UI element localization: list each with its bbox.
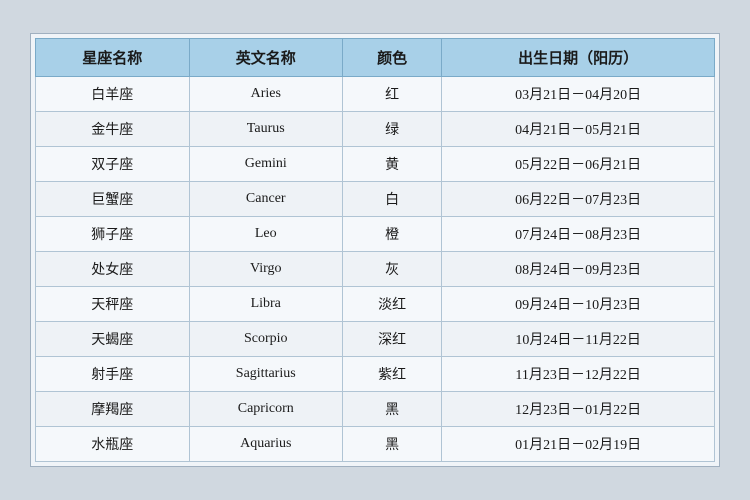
table-header-cell: 颜色 bbox=[343, 39, 442, 77]
table-row: 狮子座Leo橙07月24日－08月23日 bbox=[36, 217, 715, 252]
zodiac-table-container: 星座名称英文名称颜色出生日期（阳历） 白羊座Aries红03月21日－04月20… bbox=[30, 33, 720, 467]
table-cell: Taurus bbox=[189, 112, 343, 147]
table-cell: 04月21日－05月21日 bbox=[442, 112, 715, 147]
table-cell: 红 bbox=[343, 77, 442, 112]
table-cell: 黄 bbox=[343, 147, 442, 182]
table-cell: Gemini bbox=[189, 147, 343, 182]
table-cell: 摩羯座 bbox=[36, 392, 190, 427]
table-cell: Scorpio bbox=[189, 322, 343, 357]
table-cell: 黑 bbox=[343, 392, 442, 427]
table-cell: 金牛座 bbox=[36, 112, 190, 147]
table-row: 白羊座Aries红03月21日－04月20日 bbox=[36, 77, 715, 112]
table-row: 射手座Sagittarius紫红11月23日－12月22日 bbox=[36, 357, 715, 392]
table-row: 金牛座Taurus绿04月21日－05月21日 bbox=[36, 112, 715, 147]
table-cell: 双子座 bbox=[36, 147, 190, 182]
table-body: 白羊座Aries红03月21日－04月20日金牛座Taurus绿04月21日－0… bbox=[36, 77, 715, 462]
table-row: 水瓶座Aquarius黑01月21日－02月19日 bbox=[36, 427, 715, 462]
table-cell: 03月21日－04月20日 bbox=[442, 77, 715, 112]
table-cell: 射手座 bbox=[36, 357, 190, 392]
table-cell: 水瓶座 bbox=[36, 427, 190, 462]
table-cell: 处女座 bbox=[36, 252, 190, 287]
zodiac-table: 星座名称英文名称颜色出生日期（阳历） 白羊座Aries红03月21日－04月20… bbox=[35, 38, 715, 462]
table-header-cell: 英文名称 bbox=[189, 39, 343, 77]
table-cell: 白羊座 bbox=[36, 77, 190, 112]
table-cell: 狮子座 bbox=[36, 217, 190, 252]
table-cell: 05月22日－06月21日 bbox=[442, 147, 715, 182]
table-cell: 灰 bbox=[343, 252, 442, 287]
table-cell: Capricorn bbox=[189, 392, 343, 427]
table-cell: 天秤座 bbox=[36, 287, 190, 322]
table-cell: Virgo bbox=[189, 252, 343, 287]
table-cell: 黑 bbox=[343, 427, 442, 462]
table-cell: Sagittarius bbox=[189, 357, 343, 392]
table-cell: 10月24日－11月22日 bbox=[442, 322, 715, 357]
table-cell: 绿 bbox=[343, 112, 442, 147]
table-cell: Aquarius bbox=[189, 427, 343, 462]
table-header-cell: 星座名称 bbox=[36, 39, 190, 77]
table-cell: 天蝎座 bbox=[36, 322, 190, 357]
table-cell: Cancer bbox=[189, 182, 343, 217]
table-cell: 深红 bbox=[343, 322, 442, 357]
table-row: 天蝎座Scorpio深红10月24日－11月22日 bbox=[36, 322, 715, 357]
table-cell: 08月24日－09月23日 bbox=[442, 252, 715, 287]
table-cell: 紫红 bbox=[343, 357, 442, 392]
table-header-row: 星座名称英文名称颜色出生日期（阳历） bbox=[36, 39, 715, 77]
table-cell: 07月24日－08月23日 bbox=[442, 217, 715, 252]
table-cell: 淡红 bbox=[343, 287, 442, 322]
table-cell: 06月22日－07月23日 bbox=[442, 182, 715, 217]
table-row: 巨蟹座Cancer白06月22日－07月23日 bbox=[36, 182, 715, 217]
table-cell: Aries bbox=[189, 77, 343, 112]
table-row: 摩羯座Capricorn黑12月23日－01月22日 bbox=[36, 392, 715, 427]
table-header-cell: 出生日期（阳历） bbox=[442, 39, 715, 77]
table-cell: 橙 bbox=[343, 217, 442, 252]
table-cell: 11月23日－12月22日 bbox=[442, 357, 715, 392]
table-cell: 巨蟹座 bbox=[36, 182, 190, 217]
table-cell: 白 bbox=[343, 182, 442, 217]
table-row: 双子座Gemini黄05月22日－06月21日 bbox=[36, 147, 715, 182]
table-row: 天秤座Libra淡红09月24日－10月23日 bbox=[36, 287, 715, 322]
table-cell: 12月23日－01月22日 bbox=[442, 392, 715, 427]
table-cell: Libra bbox=[189, 287, 343, 322]
table-cell: 09月24日－10月23日 bbox=[442, 287, 715, 322]
table-cell: Leo bbox=[189, 217, 343, 252]
table-cell: 01月21日－02月19日 bbox=[442, 427, 715, 462]
table-row: 处女座Virgo灰08月24日－09月23日 bbox=[36, 252, 715, 287]
